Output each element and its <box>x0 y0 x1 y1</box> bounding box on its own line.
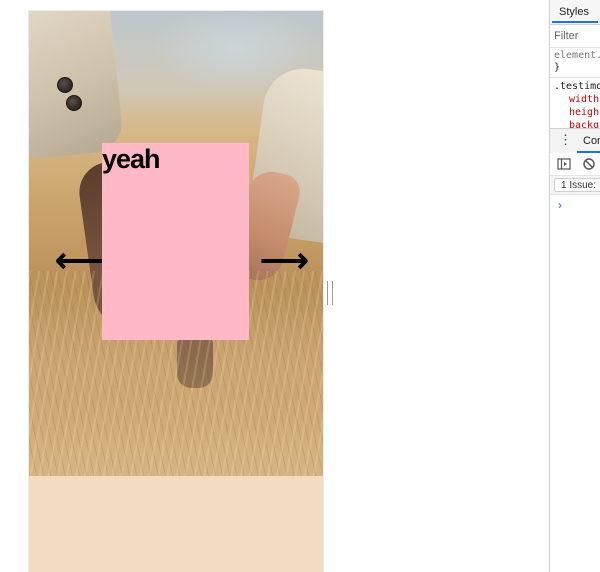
below-hero-section <box>29 476 323 572</box>
hero-image: ⟵ ⟶ yeah <box>29 11 323 476</box>
styles-filter-input[interactable] <box>554 28 600 44</box>
kebab-menu-icon[interactable]: ⋮ <box>559 133 572 147</box>
styles-filter <box>550 25 600 48</box>
hero-coat-button <box>57 77 73 93</box>
responsive-page-frame: ⟵ ⟶ yeah <box>29 11 323 572</box>
rule-close-brace: } <box>554 62 561 73</box>
clear-console-icon[interactable] <box>582 157 596 171</box>
drawer-tab-bar: ⋮ Con <box>550 128 600 154</box>
testimonial-card: yeah <box>102 143 249 340</box>
page-viewport: ⟵ ⟶ yeah <box>0 0 549 572</box>
css-property-height[interactable]: heigh <box>569 107 599 119</box>
issues-bar: 1 Issue: <box>550 176 600 195</box>
next-arrow-icon[interactable]: ⟶ <box>260 244 309 278</box>
element-style-selector[interactable]: element. <box>554 50 600 62</box>
issues-count-button[interactable]: 1 Issue: <box>554 178 600 192</box>
active-tab-indicator <box>552 21 598 23</box>
viewport-resize-handle[interactable] <box>327 281 333 305</box>
testimonial-text: yeah <box>102 144 161 174</box>
rule-divider <box>550 77 600 78</box>
tab-console[interactable]: Con <box>577 129 600 153</box>
prev-arrow-icon[interactable]: ⟵ <box>55 244 104 278</box>
tab-console-label: Con <box>583 135 600 147</box>
console-toolbar <box>550 153 600 176</box>
sidebar-toggle-icon[interactable] <box>557 157 571 171</box>
css-property-width[interactable]: width <box>569 94 599 106</box>
hero-coat-button <box>66 95 82 111</box>
tab-styles[interactable]: Styles <box>550 0 600 25</box>
devtools-panel: Styles element. } .testimo width heigh b… <box>549 0 600 572</box>
console-prompt-caret[interactable]: › <box>558 198 562 212</box>
hero-sleeve-left <box>29 11 125 160</box>
tab-styles-label: Styles <box>559 6 589 18</box>
testimonial-rule-selector[interactable]: .testimo <box>554 81 600 93</box>
